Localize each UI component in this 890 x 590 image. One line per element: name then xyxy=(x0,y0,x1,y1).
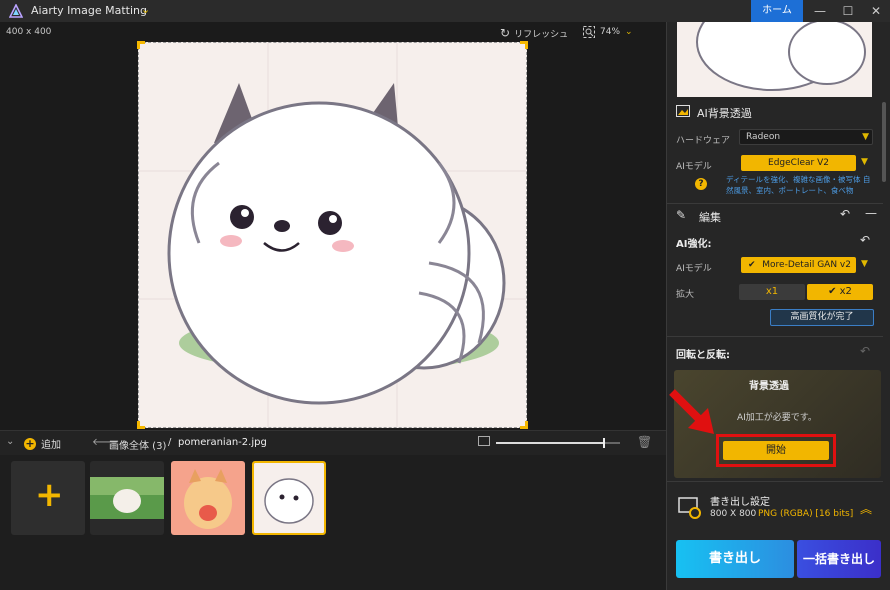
edit-undo-icon[interactable]: ↶ xyxy=(840,207,850,221)
thumbnail-strip: + xyxy=(0,455,666,590)
thumbnail-1-image xyxy=(90,461,164,535)
enhance-title: AI強化: xyxy=(676,239,712,250)
start-button[interactable]: 開始 xyxy=(723,441,829,460)
app-logo-icon xyxy=(9,4,23,18)
check-icon: ✔ xyxy=(828,286,837,297)
pointer-arrow-icon xyxy=(669,389,714,434)
thumbnail-3-selected[interactable] xyxy=(252,461,326,535)
panel-scrollbar[interactable] xyxy=(882,102,886,182)
image-dimensions: 400 x 400 xyxy=(6,27,52,37)
help-icon[interactable]: ? xyxy=(695,178,707,190)
breadcrumb-file: pomeranian-2.jpg xyxy=(178,437,267,448)
thumbnail-2[interactable] xyxy=(171,461,245,535)
thumbnail-1[interactable] xyxy=(90,461,164,535)
crop-corner-br[interactable] xyxy=(520,421,528,429)
delete-icon[interactable]: 🗑 xyxy=(637,435,652,449)
add-image-tile[interactable]: + xyxy=(11,461,85,535)
ai-bg-title: AI背景透過 xyxy=(697,107,752,120)
scale-label: 拡大 xyxy=(676,290,695,300)
app-title: Aiarty Image Matting xyxy=(31,4,147,17)
breadcrumb-separator: / xyxy=(168,437,172,448)
rotate-undo-icon: ↶ xyxy=(860,344,871,358)
crop-corner-tr[interactable] xyxy=(520,41,528,49)
export-settings-icon xyxy=(678,497,701,519)
divider xyxy=(667,203,883,204)
refresh-icon: ↻ xyxy=(500,26,511,40)
hardware-label: ハードウェア xyxy=(676,136,731,146)
edit-title: 編集 xyxy=(699,211,721,224)
scale-x2-button[interactable]: ✔ x2 xyxy=(807,284,873,300)
minimize-icon[interactable]: — xyxy=(806,0,834,22)
image-canvas[interactable]: 400 x 400 ↻ リフレッシュ 74% ⌄ xyxy=(0,22,666,430)
check-icon: ✔ xyxy=(748,260,756,270)
chevron-down-icon: ▼ xyxy=(862,132,869,142)
thumbnail-2-image xyxy=(171,461,245,535)
export-format: PNG (RGBA) [16 bits] xyxy=(758,509,854,519)
collapse-strip-icon[interactable]: ⌄ xyxy=(6,436,14,447)
enhance-model-select[interactable]: ✔ More-Detail GAN v2 xyxy=(741,257,856,273)
bg-model-select[interactable]: EdgeClear V2 xyxy=(741,155,856,171)
breadcrumb-all[interactable]: 画像全体 (3) xyxy=(109,437,166,452)
main-image[interactable] xyxy=(138,42,527,428)
divider xyxy=(667,481,883,482)
thumbnail-size-slider[interactable] xyxy=(496,438,620,448)
crop-corner-tl[interactable] xyxy=(137,41,145,49)
refresh-button[interactable]: ↻ リフレッシュ xyxy=(500,26,568,40)
export-button[interactable]: 書き出し xyxy=(676,540,794,578)
export-size: 800 X 800 xyxy=(710,509,757,519)
bg-model-note: ディテールを強化、複雑な画像・被写体 自然風景、室内、ポートレート、食べ物 xyxy=(726,175,871,195)
zoom-icon xyxy=(583,26,595,38)
thumbnail-3-image xyxy=(254,463,324,533)
plus-icon: + xyxy=(35,475,64,515)
close-icon[interactable]: ✕ xyxy=(862,0,890,22)
batch-export-button[interactable]: 一括書き出し xyxy=(797,540,881,578)
preview-image xyxy=(677,22,872,97)
pomeranian-illustration xyxy=(139,43,526,427)
edit-icon: ✎ xyxy=(676,208,687,222)
divider xyxy=(667,336,883,337)
edit-collapse-icon[interactable]: — xyxy=(865,206,877,220)
zoom-control[interactable]: 74% ⌄ xyxy=(583,26,633,38)
add-button[interactable]: + 追加 xyxy=(24,436,61,451)
bg-model-chevron-icon[interactable]: ▼ xyxy=(861,157,868,167)
enhance-undo-icon[interactable]: ↶ xyxy=(860,233,870,247)
ai-bg-icon xyxy=(676,105,690,117)
transparency-title: 背景透過 xyxy=(749,381,789,392)
add-icon: + xyxy=(24,436,36,450)
maximize-icon[interactable]: ☐ xyxy=(834,0,862,22)
bg-model-label: AIモデル xyxy=(676,162,712,172)
image-size-icon xyxy=(478,436,490,446)
home-button[interactable]: ホーム xyxy=(751,0,803,22)
chevron-up-icon[interactable]: ︽ xyxy=(860,500,872,517)
app-menu-chevron-icon[interactable]: ⌄ xyxy=(141,3,150,16)
enhance-model-chevron-icon[interactable]: ▼ xyxy=(861,259,868,269)
hardware-select[interactable]: Radeon ▼ xyxy=(739,129,873,145)
transparency-message: AI加工が必要です。 xyxy=(737,413,817,423)
zoom-chevron-icon: ⌄ xyxy=(625,27,633,37)
thumbnail-toolbar: ⌄ + 追加 🡐 画像全体 (3) / pomeranian-2.jpg 🗑 xyxy=(0,430,666,455)
enhance-model-label: AIモデル xyxy=(676,264,712,274)
crop-corner-bl[interactable] xyxy=(137,421,145,429)
zoom-level: 74% xyxy=(600,27,621,37)
export-settings-title: 書き出し設定 xyxy=(710,497,770,508)
rotate-title: 回転と反転: xyxy=(676,350,730,361)
title-bar: Aiarty Image Matting ⌄ ホーム — ☐ ✕ xyxy=(0,0,890,22)
scale-x1-button[interactable]: x1 xyxy=(739,284,805,300)
upscale-done-button[interactable]: 高画質化が完了 xyxy=(770,309,874,326)
